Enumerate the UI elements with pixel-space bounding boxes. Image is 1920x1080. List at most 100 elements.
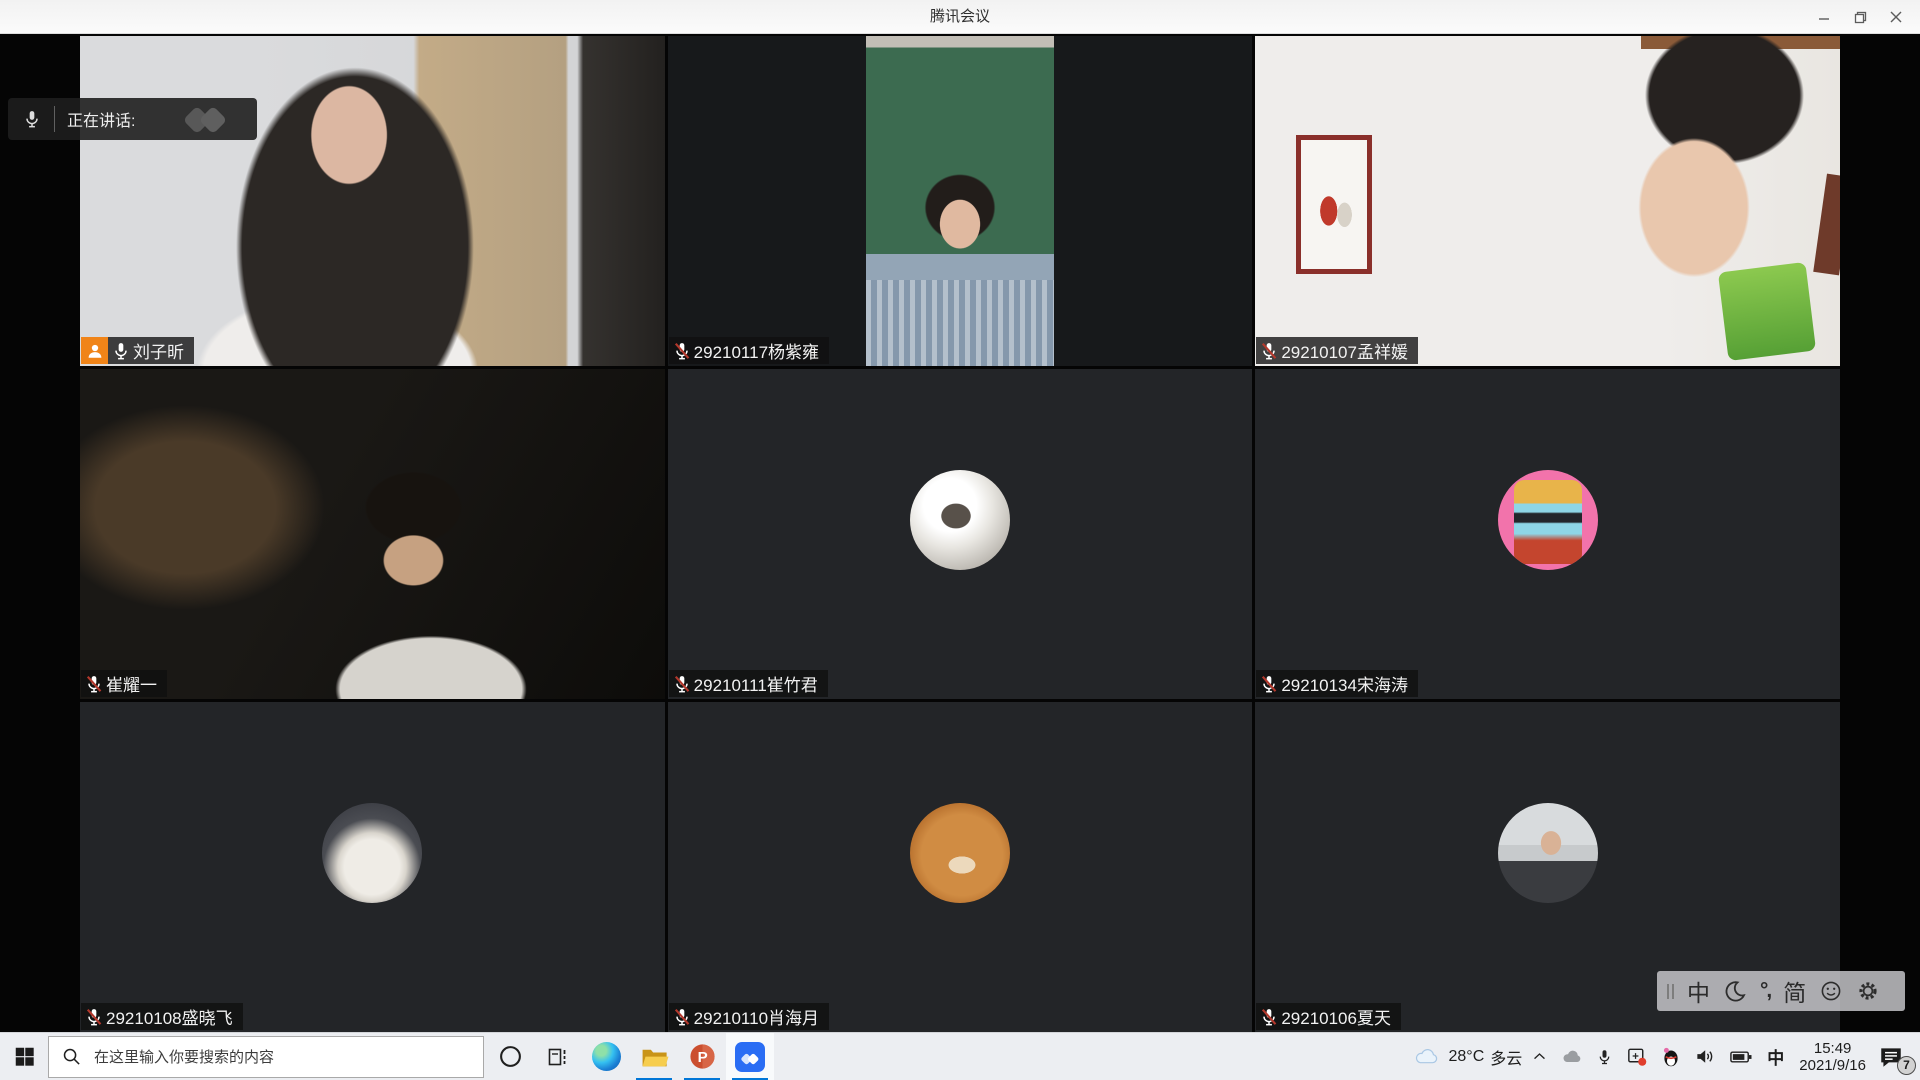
punctuation-toggle[interactable]: °, — [1760, 979, 1770, 1003]
participant-tile[interactable]: 29210107孟祥媛 — [1255, 36, 1840, 366]
file-explorer-icon — [640, 1044, 669, 1070]
powerpoint-letter: P — [697, 1049, 707, 1066]
notification-badge: 7 — [1897, 1056, 1916, 1075]
participant-name: 崔耀一 — [106, 671, 157, 696]
participant-video — [668, 36, 1253, 366]
action-center-button[interactable]: 7 — [1874, 1033, 1908, 1080]
participant-tile[interactable]: 29210108盛晓飞 — [80, 702, 665, 1032]
avatar-image — [910, 470, 1010, 570]
mic-muted-icon — [672, 1006, 692, 1028]
weather-condition[interactable]: 多云 — [1487, 1045, 1525, 1069]
tencent-meeting-button[interactable] — [726, 1033, 774, 1080]
ime-mode-toggle[interactable]: 中 — [1687, 974, 1710, 1008]
moon-icon[interactable] — [1723, 979, 1747, 1003]
mic-muted-icon — [84, 1006, 104, 1028]
taskbar-clock[interactable]: 15:49 2021/9/16 — [1791, 1040, 1874, 1074]
participant-video — [80, 36, 665, 366]
powerpoint-button[interactable]: P — [678, 1033, 726, 1080]
ime-language-indicator[interactable]: 中 — [1760, 1044, 1791, 1069]
clock-date: 2021/9/16 — [1799, 1057, 1866, 1074]
tray-chevron-up-icon[interactable] — [1525, 1033, 1554, 1080]
windows-logo-icon — [14, 1046, 35, 1067]
avatar-image — [1498, 470, 1598, 570]
taskbar-search-input[interactable]: 在这里输入你要搜索的内容 — [48, 1036, 484, 1078]
participant-nametag: 29210111崔竹君 — [669, 670, 828, 697]
participant-nametag: 崔耀一 — [81, 670, 167, 697]
weather-icon[interactable] — [1407, 1033, 1446, 1080]
cortana-icon — [498, 1044, 523, 1069]
mic-muted-icon — [1259, 1006, 1279, 1028]
participant-nametag: 刘子昕 — [108, 337, 194, 364]
participant-name: 29210134宋海涛 — [1281, 671, 1408, 696]
participant-tile[interactable]: 崔耀一 — [80, 369, 665, 699]
edge-button[interactable] — [582, 1033, 630, 1080]
mic-on-icon — [111, 340, 131, 362]
restore-button[interactable] — [1842, 0, 1878, 34]
gear-icon[interactable] — [1856, 979, 1880, 1003]
participant-video — [1255, 36, 1840, 366]
participant-name: 29210117杨紫雍 — [694, 338, 819, 363]
meeting-stage: 刘子昕 29210117杨紫雍 — [0, 34, 1920, 1032]
participant-tile[interactable]: 刘子昕 — [80, 36, 665, 366]
mic-muted-icon — [84, 673, 104, 695]
avatar-image — [910, 803, 1010, 903]
participant-name: 29210110肖海月 — [694, 1004, 819, 1029]
battery-icon[interactable] — [1723, 1033, 1760, 1080]
tray-app-update-icon[interactable] — [1619, 1033, 1654, 1080]
participant-tile[interactable]: 29210117杨紫雍 — [668, 36, 1253, 366]
search-placeholder: 在这里输入你要搜索的内容 — [94, 1046, 274, 1067]
weather-temp[interactable]: 28°C — [1446, 1048, 1488, 1066]
person-icon — [86, 342, 104, 360]
participant-nametag: 29210110肖海月 — [669, 1003, 829, 1030]
system-tray: 28°C 多云 — [1407, 1033, 1920, 1080]
blurred-speaker-name — [179, 106, 239, 132]
window-title: 腾讯会议 — [0, 0, 1920, 34]
cortana-button[interactable] — [486, 1033, 534, 1080]
participant-nametag: 29210134宋海涛 — [1256, 670, 1418, 697]
task-view-button[interactable] — [534, 1033, 582, 1080]
participant-name: 29210108盛晓飞 — [106, 1004, 233, 1029]
qq-icon[interactable] — [1654, 1033, 1688, 1080]
ime-toolbar[interactable]: 中 °, 简 — [1657, 971, 1905, 1011]
avatar-image — [1498, 803, 1598, 903]
avatar-image — [322, 803, 422, 903]
speaking-label: 正在讲话: — [67, 107, 135, 131]
participant-name: 29210106夏天 — [1281, 1004, 1391, 1029]
windows-taskbar: 在这里输入你要搜索的内容 — [0, 1032, 1920, 1080]
close-button[interactable] — [1878, 0, 1914, 34]
mic-muted-icon — [672, 340, 692, 362]
emoji-icon[interactable] — [1819, 979, 1843, 1003]
participant-name: 刘子昕 — [133, 338, 184, 363]
drag-handle-icon[interactable] — [1667, 984, 1674, 999]
participant-grid: 刘子昕 29210117杨紫雍 — [80, 36, 1840, 1032]
meeting-titlebar: 腾讯会议 — [0, 0, 1920, 34]
search-icon — [61, 1046, 82, 1067]
participant-nametag: 29210107孟祥媛 — [1256, 337, 1418, 364]
file-explorer-button[interactable] — [630, 1033, 678, 1080]
host-badge — [81, 337, 108, 364]
participant-name: 29210107孟祥媛 — [1281, 338, 1408, 363]
onedrive-cloud-icon[interactable] — [1554, 1033, 1590, 1080]
charset-toggle[interactable]: 简 — [1783, 974, 1806, 1008]
participant-name: 29210111崔竹君 — [694, 671, 818, 696]
participant-nametag: 29210108盛晓飞 — [81, 1003, 243, 1030]
minimize-button[interactable] — [1806, 0, 1842, 34]
tray-microphone-icon[interactable] — [1590, 1033, 1619, 1080]
participant-tile[interactable]: 29210110肖海月 — [668, 702, 1253, 1032]
task-view-icon — [546, 1045, 570, 1069]
mic-on-icon — [22, 107, 42, 131]
clock-time: 15:49 — [1799, 1040, 1866, 1057]
tencent-meeting-icon — [735, 1042, 765, 1072]
edge-icon — [592, 1042, 621, 1071]
desktop-screen: 腾讯会议 — [0, 0, 1920, 1080]
speaking-banner: 正在讲话: — [8, 98, 257, 140]
volume-icon[interactable] — [1688, 1033, 1723, 1080]
start-button[interactable] — [0, 1033, 48, 1080]
photo-frame — [1296, 135, 1372, 274]
participant-tile[interactable]: 29210134宋海涛 — [1255, 369, 1840, 699]
participant-nametag: 29210106夏天 — [1256, 1003, 1401, 1030]
participant-tile[interactable]: 29210111崔竹君 — [668, 369, 1253, 699]
powerpoint-icon: P — [688, 1042, 717, 1071]
mic-muted-icon — [1259, 673, 1279, 695]
mic-muted-icon — [672, 673, 692, 695]
